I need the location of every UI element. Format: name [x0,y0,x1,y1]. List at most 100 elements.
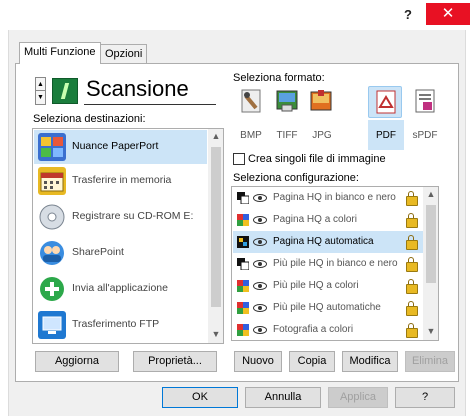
eye-icon [253,238,267,246]
ftp-icon [38,311,66,339]
dest-label: Invia all'applicazione [72,282,168,294]
dest-label: Trasferire in memoria [72,174,172,186]
list-item-nuance-paperport[interactable]: Nuance PaperPort [34,130,207,164]
destinations-scrollbar[interactable]: ▲ ▼ [208,129,223,343]
destinations-label: Seleziona destinazioni: [33,113,146,125]
eye-icon [253,282,267,290]
lock-icon [406,257,418,272]
format-tiff-button[interactable] [270,86,304,118]
eye-icon [253,326,267,334]
scan-title: Scansione [86,76,189,101]
help-title-button[interactable]: ? [398,6,418,24]
tab-opzioni[interactable]: Opzioni [100,44,148,64]
dest-label: SharePoint [72,246,124,258]
config-row[interactable]: Pagina HQ a colori [233,209,423,231]
config-row[interactable]: Più pile HQ automatiche [233,297,423,319]
scroll-up-icon[interactable]: ▲ [423,189,438,199]
list-item-send-app[interactable]: Invia all'applicazione [34,272,207,306]
refresh-button[interactable]: Aggiorna [35,351,119,372]
edit-button[interactable]: Modifica [342,351,398,372]
config-label: Più pile HQ a colori [273,280,359,291]
scroll-up-icon[interactable]: ▲ [208,131,223,141]
auto-stack-icon [237,302,249,314]
format-label-spdf: sPDF [412,130,438,141]
config-label: Fotografia a colori [273,324,354,335]
lock-icon [406,279,418,294]
format-label-jpg: JPG [312,130,332,141]
cd-icon [38,203,66,231]
bw-page-icon [237,192,249,204]
new-button[interactable]: Nuovo [234,351,282,372]
dest-label: Trasferimento FTP [72,318,160,330]
auto-page-icon [237,236,249,248]
format-bmp-button[interactable] [234,86,268,118]
eye-icon [253,194,267,202]
scroll-down-icon[interactable]: ▼ [208,329,223,339]
config-label: Pagina HQ automatica [273,236,374,247]
scroll-down-icon[interactable]: ▼ [423,326,438,336]
delete-button[interactable]: Elimina [405,351,455,372]
config-row[interactable]: Più pile HQ in bianco e nero [233,253,423,275]
title-bar: ? ✕ [0,0,473,30]
color-page-icon [237,214,249,226]
config-row[interactable]: Pagina HQ in bianco e nero [233,187,423,209]
eye-icon [253,216,267,224]
scan-spinner[interactable]: ▲ ▼ [35,77,46,105]
eye-icon [253,304,267,312]
config-row[interactable]: Fotografia a colori [233,319,423,340]
config-row[interactable]: Più pile HQ a colori [233,275,423,297]
lock-icon [406,191,418,206]
formats-label: Seleziona formato: [233,72,325,84]
format-label-pdf: PDF [376,130,396,141]
format-jpg-button[interactable] [304,86,338,118]
spin-down-arrow-icon[interactable]: ▼ [36,91,45,104]
config-label: Pagina HQ in bianco e nero [273,192,396,203]
destinations-list[interactable]: Nuance PaperPort Trasferire in memoria R… [32,128,224,344]
scroll-thumb[interactable] [426,205,436,283]
lock-icon [406,301,418,316]
format-pdf-button[interactable] [368,86,402,118]
spdf-icon [412,88,438,114]
tab-multi-funzione[interactable]: Multi Funzione [19,42,101,64]
list-item-sharepoint[interactable]: SharePoint [34,236,207,270]
bw-stack-icon [237,258,249,270]
scan-icon [52,78,78,104]
config-row-selected[interactable]: Pagina HQ automatica [233,231,423,253]
single-files-checkbox[interactable] [233,153,245,165]
scroll-thumb[interactable] [211,147,221,307]
config-label: Più pile HQ in bianco e nero [273,258,398,269]
copy-button[interactable]: Copia [289,351,335,372]
properties-button[interactable]: Proprietà... [133,351,217,372]
sharepoint-icon [38,239,66,267]
list-item-cd-rom[interactable]: Registrare su CD-ROM E: [34,200,207,234]
format-spdf-button[interactable] [408,86,442,118]
ok-button[interactable]: OK [162,387,238,408]
eye-icon [253,260,267,268]
list-item-memoria[interactable]: Trasferire in memoria [34,164,207,198]
lock-icon [406,235,418,250]
cancel-button[interactable]: Annulla [245,387,321,408]
help-button[interactable]: ? [395,387,455,408]
config-label: Più pile HQ automatiche [273,302,381,313]
spin-up-arrow-icon[interactable]: ▲ [36,78,45,91]
dest-label: Nuance PaperPort [72,140,159,152]
single-files-label: Crea singoli file di immagine [248,153,386,165]
scan-underline [84,104,216,105]
jpg-icon [308,88,334,114]
paperport-icon [38,133,66,161]
apply-button[interactable]: Applica [328,387,388,408]
config-label: Pagina HQ a colori [273,214,357,225]
list-item-ftp[interactable]: Trasferimento FTP [34,308,207,342]
configurations-list[interactable]: Pagina HQ in bianco e nero Pagina HQ a c… [231,186,439,341]
dest-label: Registrare su CD-ROM E: [72,210,194,222]
lock-icon [406,213,418,228]
configurations-scrollbar[interactable]: ▲ ▼ [423,187,438,340]
configurations-label: Seleziona configurazione: [233,172,359,184]
format-label-bmp: BMP [240,130,262,141]
format-label-tiff: TIFF [276,130,298,141]
close-button[interactable]: ✕ [426,3,470,25]
calendar-icon [38,167,66,195]
lock-icon [406,323,418,338]
photo-icon [237,324,249,336]
send-app-icon [38,275,66,303]
